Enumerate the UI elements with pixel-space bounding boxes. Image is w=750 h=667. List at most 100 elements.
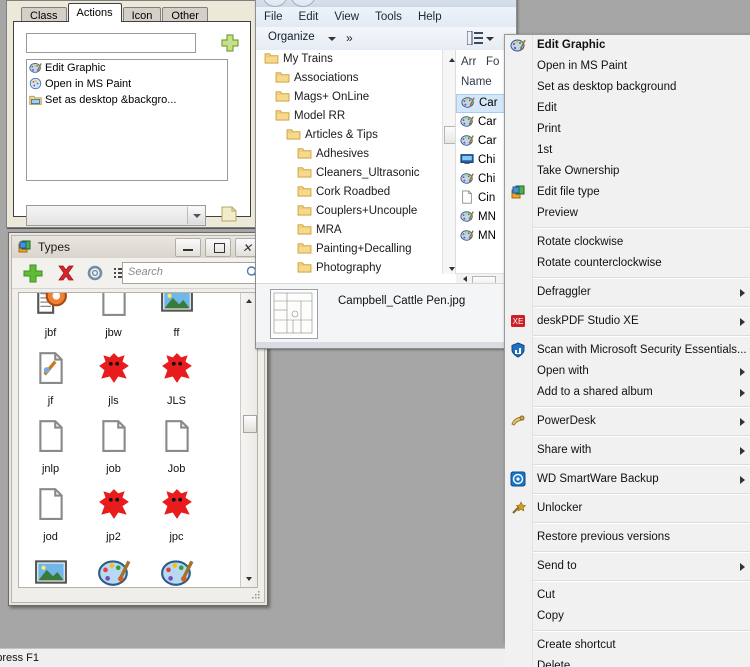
view-layout-icon[interactable] [466, 30, 483, 46]
type-grid-item[interactable]: jbw [82, 293, 145, 351]
action-list-item[interactable]: Open in MS Paint [27, 76, 227, 92]
security-shield-icon [510, 342, 527, 359]
minimize-button[interactable] [174, 238, 201, 257]
column-header-fo[interactable]: Fo [486, 56, 499, 68]
context-menu-item[interactable]: XE deskPDF Studio XE [505, 311, 750, 332]
tree-item[interactable]: Adhesives [256, 145, 449, 164]
menu-edit[interactable]: Edit [291, 7, 327, 27]
toolbar-overflow-button[interactable]: » [346, 31, 353, 45]
search-input[interactable]: Search [122, 262, 264, 284]
add-action-button[interactable] [219, 32, 241, 52]
context-menu-item[interactable]: Print [505, 119, 750, 140]
tree-item[interactable]: Associations [256, 69, 449, 88]
context-menu-item[interactable]: PowerDesk [505, 411, 750, 432]
tree-item[interactable]: Mags+ OnLine [256, 88, 449, 107]
context-menu-item[interactable]: Restore previous versions [505, 527, 750, 548]
context-menu-item[interactable]: Set as desktop background [505, 77, 750, 98]
menu-help[interactable]: Help [410, 7, 450, 27]
scroll-down-button[interactable] [241, 571, 257, 587]
tab-actions[interactable]: Actions [67, 3, 122, 22]
context-menu-separator [533, 227, 750, 229]
column-header-arr[interactable]: Arr [461, 56, 476, 68]
context-menu-item-label: Restore previous versions [537, 531, 670, 543]
add-type-button[interactable] [22, 263, 44, 283]
maximize-button[interactable] [204, 238, 231, 257]
tree-item[interactable]: Couplers+Uncouple [256, 202, 449, 221]
tree-item[interactable]: Cork Roadbed [256, 183, 449, 202]
type-extension-label: jls [108, 395, 119, 407]
context-menu-item[interactable]: Delete [505, 656, 750, 667]
scrollbar-thumb[interactable] [243, 415, 257, 433]
type-grid-item[interactable]: jf [19, 351, 82, 419]
action-command-combo[interactable] [26, 205, 206, 226]
context-menu-item[interactable]: Defraggler [505, 282, 750, 303]
context-menu-item[interactable]: Edit [505, 98, 750, 119]
context-menu-item[interactable]: Open in MS Paint [505, 56, 750, 77]
context-menu-item[interactable]: Share with [505, 440, 750, 461]
paintshop-doc-icon [19, 293, 82, 329]
tree-item-label: Adhesives [316, 148, 370, 160]
type-grid-item[interactable]: jnlp [19, 419, 82, 487]
context-menu-item[interactable]: Open with [505, 361, 750, 382]
types-grid[interactable]: jbfjbwffjfjlsJLSjnlpjobJobjodjp2jpcjpejp… [19, 293, 241, 587]
organize-button[interactable]: Organize [268, 31, 315, 43]
menu-tools[interactable]: Tools [367, 7, 410, 27]
type-grid-item[interactable]: jod [19, 487, 82, 555]
unlocker-wand-icon [510, 500, 527, 517]
type-grid-item[interactable]: jpc [145, 487, 208, 555]
tree-item[interactable]: Articles & Tips [256, 126, 449, 145]
tree-item[interactable]: Cleaners_Ultrasonic [256, 164, 449, 183]
type-grid-item[interactable]: jp2 [82, 487, 145, 555]
action-list-item[interactable]: Edit Graphic [27, 60, 227, 76]
type-grid-item[interactable]: jpeg [82, 555, 145, 587]
tree-item[interactable]: Painting+Decalling [256, 240, 449, 259]
menu-file[interactable]: File [256, 7, 291, 27]
type-grid-item[interactable]: Job [145, 419, 208, 487]
delete-type-button[interactable] [55, 263, 77, 283]
type-grid-item[interactable]: JLS [145, 351, 208, 419]
actions-list[interactable]: Edit Graphic Open in MS Paint Set as deskt… [26, 59, 228, 181]
column-header-name[interactable]: Name [461, 76, 492, 88]
menu-view[interactable]: View [326, 7, 367, 27]
context-menu-item[interactable]: WD SmartWare Backup [505, 469, 750, 490]
tree-item[interactable]: MRA [256, 221, 449, 240]
context-menu-item[interactable]: Create shortcut [505, 635, 750, 656]
tree-vertical-scrollbar[interactable] [442, 50, 457, 274]
context-menu-item[interactable]: Copy [505, 606, 750, 627]
tree-item[interactable]: Photography [256, 259, 449, 274]
tree-item[interactable]: My Trains [256, 50, 449, 69]
context-menu-item[interactable]: Take Ownership [505, 161, 750, 182]
context-menu-item[interactable]: Scan with Microsoft Security Essentials.… [505, 340, 750, 361]
context-menu-item[interactable]: Preview [505, 203, 750, 224]
context-menu-item[interactable]: Edit file type [505, 182, 750, 203]
type-grid-item[interactable]: jbf [19, 293, 82, 351]
tree-item[interactable]: Model RR [256, 107, 449, 126]
folder-tree[interactable]: My Trains Associations Mags+ OnLine Model R… [256, 50, 449, 274]
view-chevron-down-icon[interactable] [486, 37, 494, 41]
edit-doc-icon [19, 351, 82, 397]
tree-scroll-up-button[interactable] [444, 52, 455, 63]
context-menu-item[interactable]: 1st [505, 140, 750, 161]
gear-icon[interactable] [84, 263, 106, 283]
action-name-input[interactable] [26, 33, 196, 53]
resize-grip[interactable] [251, 590, 261, 600]
context-menu-item[interactable]: Rotate counterclockwise [505, 253, 750, 274]
tree-item-label: Mags+ OnLine [294, 91, 370, 103]
type-grid-item[interactable]: jls [82, 351, 145, 419]
forward-button[interactable] [290, 0, 316, 7]
context-menu-item[interactable]: Send to [505, 556, 750, 577]
browse-file-button[interactable] [219, 204, 239, 224]
context-menu-item[interactable]: Rotate clockwise [505, 232, 750, 253]
context-menu-item[interactable]: Add to a shared album [505, 382, 750, 403]
type-grid-item[interactable]: jpe [19, 555, 82, 587]
type-grid-item[interactable]: ff [145, 293, 208, 351]
type-grid-item[interactable]: job [82, 419, 145, 487]
tree-scroll-down-button[interactable] [444, 261, 455, 272]
type-grid-item[interactable]: jpg [145, 555, 208, 587]
context-menu-item[interactable]: Cut [505, 585, 750, 606]
action-list-item[interactable]: Set as desktop &backgro... [27, 92, 227, 108]
context-menu-item[interactable]: Edit Graphic [505, 35, 750, 56]
back-button[interactable] [262, 0, 288, 7]
submenu-arrow-icon [740, 389, 745, 397]
context-menu-item[interactable]: Unlocker [505, 498, 750, 519]
